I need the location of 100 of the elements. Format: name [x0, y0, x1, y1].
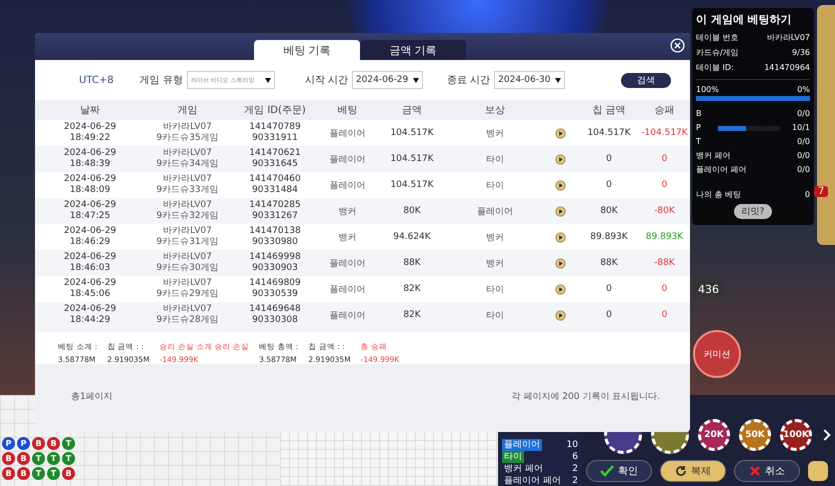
table-cell-text: 뱅커 [338, 206, 358, 218]
stat-count: 2 [572, 463, 578, 475]
end-date-dropdown[interactable]: 2024-06-30 [494, 71, 566, 89]
table-cell-text: 104.517K [586, 128, 632, 138]
play-icon[interactable] [554, 232, 566, 242]
table-cell-text: 0 [605, 154, 613, 164]
table-cell-text: 플레이어 [328, 128, 366, 140]
close-icon [749, 465, 761, 477]
table-cell-text: 0 [605, 180, 613, 190]
tab[interactable]: 금액 기록 [360, 40, 466, 60]
bead-marker: P [17, 437, 30, 450]
table-cell-text: 뱅커 [485, 128, 505, 140]
table-cell-text: 141469998 90330903 [248, 252, 302, 274]
filter-label: 게임 유형 [140, 74, 183, 87]
chip-button[interactable]: 20K [698, 419, 730, 451]
chip-button[interactable]: 50K [739, 419, 771, 451]
table-cell-text: 바카라LV07 9카드슈35게임 [155, 122, 220, 144]
bet-label: 플레이어 페어 [696, 164, 747, 176]
column-header: 칩 금액 [591, 104, 627, 117]
table-cell-text: 타이 [485, 154, 505, 166]
bead-marker: B [62, 467, 75, 480]
refresh-icon [675, 465, 687, 477]
close-icon[interactable] [670, 38, 685, 53]
table-cell-text: 뱅커 [485, 258, 505, 270]
play-icon[interactable] [554, 258, 566, 268]
table-cell-text: 2024-06-29 18:47:25 [62, 200, 118, 222]
bead-marker: B [17, 467, 30, 480]
search-button[interactable]: 검색 [621, 72, 672, 88]
table-cell-text: 141469648 90330308 [248, 304, 302, 326]
table-cell-text: 바카라LV07 9카드슈29게임 [155, 278, 220, 300]
table-cell-text: 141470460 90331484 [248, 174, 302, 196]
column-header: 날짜 [79, 104, 101, 117]
bet-value: 0/0 [797, 150, 810, 162]
stat-count: 2 [572, 475, 578, 486]
table-cell-text: 141470621 90331645 [248, 148, 302, 170]
column-header: 게임 ID(주문) [243, 104, 307, 117]
total-label: 나의 총 베팅 [696, 189, 742, 201]
table-cell-text: 94.624K [392, 232, 432, 242]
play-icon[interactable] [554, 284, 566, 294]
table-cell-text: 플레이어 [328, 258, 366, 270]
table-cell-text: 바카라LV07 9카드슈30게임 [155, 252, 220, 274]
play-icon[interactable] [554, 154, 566, 164]
table-cell-text: 플레이어 [328, 310, 366, 322]
bet-value: 0/0 [797, 136, 810, 148]
table-cell-text: 바카라LV07 9카드슈32게임 [155, 200, 220, 222]
table-cell-text: 2024-06-29 18:44:29 [62, 304, 118, 326]
table-cell-text: 104.517K [389, 180, 435, 190]
bead-marker: P [2, 437, 15, 450]
bead-marker: B [2, 467, 15, 480]
cancel-button[interactable]: 취소 [734, 460, 800, 482]
table-cell-text: 141470285 90331267 [248, 200, 302, 222]
table-cell-text: -80K [653, 206, 676, 216]
table-cell-text: -88K [653, 258, 676, 268]
bet-value: 0/0 [797, 108, 810, 120]
filter-label: 종료 시간 [446, 74, 490, 87]
table-cell-text: 80K [402, 206, 422, 216]
table-cell-text: 바카라LV07 9카드슈28게임 [155, 304, 220, 326]
play-icon[interactable] [554, 180, 566, 190]
confirm-button[interactable]: 확인 [586, 460, 652, 482]
start-date-dropdown[interactable]: 2024-06-29 [352, 71, 423, 89]
bead-marker: B [32, 437, 45, 450]
info-label: 테이블 번호 [696, 32, 739, 44]
bead-marker: B [17, 452, 30, 465]
total-value: 0 [804, 189, 810, 201]
table-cell-text: 바카라LV07 9카드슈34게임 [155, 148, 220, 170]
limit-button[interactable]: 리밋? [734, 204, 772, 219]
timezone-label: UTC+8 [79, 74, 114, 86]
table-cell-text: 88K [599, 258, 619, 268]
play-icon[interactable] [554, 128, 566, 138]
table-cell-text: 0 [605, 284, 613, 294]
play-icon[interactable] [554, 206, 566, 216]
bead-marker: T [47, 452, 60, 465]
play-icon[interactable] [554, 310, 566, 320]
column-header: 게임 [176, 104, 198, 117]
table-cell-text: 플레이어 [476, 206, 514, 218]
table-cell-text: 타이 [485, 284, 505, 296]
table-cell-text: 뱅커 [338, 232, 358, 244]
panel-title: 이 게임에 베팅하기 [696, 12, 793, 28]
stat-count: 6 [572, 451, 578, 463]
table-cell-text: 88K [402, 258, 422, 268]
bead-marker: T [62, 452, 75, 465]
info-label: 카드슈/게임 [696, 47, 739, 59]
tab[interactable]: 베팅 기록 [254, 40, 360, 60]
table-cell-text: 2024-06-29 18:45:06 [62, 278, 118, 300]
table-cell-text: 플레이어 [328, 180, 366, 192]
info-value: 141470964 [764, 62, 810, 74]
filter-label: 시작 시간 [304, 74, 348, 87]
bead-marker: T [32, 452, 45, 465]
table-cell-text: -104.517K [640, 128, 689, 138]
bead-marker: T [47, 467, 60, 480]
chip-button[interactable]: 100K [780, 419, 812, 451]
table-cell-text: 뱅커 [485, 232, 505, 244]
table-cell-text: 바카라LV07 9카드슈33게임 [155, 174, 220, 196]
table-number: 436 [694, 282, 723, 297]
records-per-page-note: 각 페이지에 200 기록이 표시됩니다. [512, 391, 660, 404]
info-value: 바카라LV07 [766, 32, 810, 44]
bet-value: 0/0 [797, 164, 810, 176]
bead-marker: T [32, 467, 45, 480]
column-header: 보상 [484, 104, 506, 117]
repeat-button[interactable]: 복제 [660, 460, 726, 482]
